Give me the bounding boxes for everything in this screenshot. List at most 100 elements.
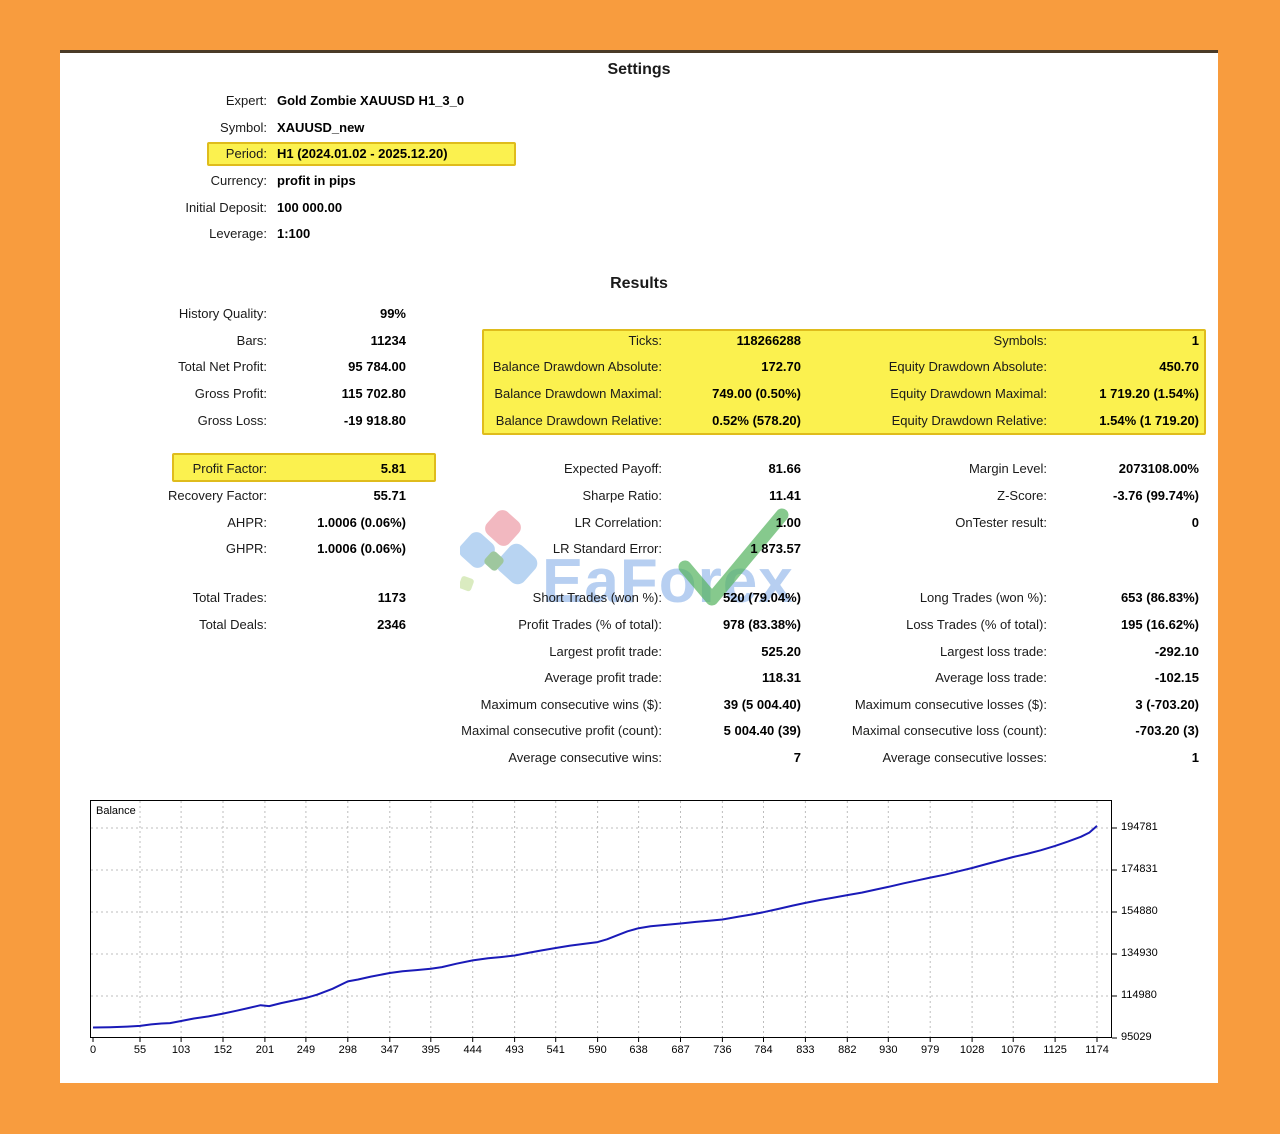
stat-label: Maximal consecutive loss (count): xyxy=(851,723,1047,738)
stat-value: 0 xyxy=(1191,515,1199,530)
stat-label: OnTester result: xyxy=(955,515,1047,530)
x-tick-label: 1076 xyxy=(1000,1044,1026,1056)
x-tick-label: 930 xyxy=(879,1044,898,1056)
stat-row-equity-dd-relative: Equity Drawdown Relative: 1.54% (1 719.20… xyxy=(60,407,1218,434)
x-tick-label: 493 xyxy=(505,1044,524,1056)
setting-label: Period: xyxy=(225,146,267,161)
stat-row-equity-dd-absolute: Equity Drawdown Absolute: 450.70 xyxy=(60,353,1218,380)
stat-value: 653 (86.83%) xyxy=(1120,590,1199,605)
setting-value: 100 000.00 xyxy=(277,200,343,215)
y-tick-label: 154880 xyxy=(1121,905,1158,917)
x-tick-label: 590 xyxy=(588,1044,607,1056)
stat-value: 3 (-703.20) xyxy=(1135,697,1199,712)
x-tick-label: 444 xyxy=(463,1044,482,1056)
stat-label: Margin Level: xyxy=(968,461,1047,476)
x-tick-label: 0 xyxy=(89,1044,97,1056)
stat-value: 1 873.57 xyxy=(750,541,801,556)
stat-row-ontester-result: OnTester result: 0 xyxy=(60,509,1218,536)
stat-label: Symbols: xyxy=(993,333,1047,348)
x-tick-label: 784 xyxy=(754,1044,773,1056)
setting-label: Leverage: xyxy=(209,226,267,241)
stat-label: Maximum consecutive losses ($): xyxy=(854,697,1047,712)
stat-label: Z-Score: xyxy=(997,488,1047,503)
report-panel: EaForex Settings Expert: Gold Zombie XAUU… xyxy=(60,50,1218,1083)
stat-row-history-quality: History Quality: 99% xyxy=(60,300,1218,327)
stat-value: -703.20 (3) xyxy=(1135,723,1199,738)
stat-label: Equity Drawdown Relative: xyxy=(891,413,1047,428)
setting-label: Expert: xyxy=(225,93,267,108)
x-tick-label: 103 xyxy=(171,1044,191,1056)
stat-row-max-consecutive-losses: Maximum consecutive losses ($): 3 (-703.2… xyxy=(60,691,1218,718)
setting-value: H1 (2024.01.02 - 2025.12.20) xyxy=(277,146,448,161)
setting-row-period: Period: H1 (2024.01.02 - 2025.12.20) xyxy=(60,140,1218,167)
stat-value: 1 xyxy=(1191,333,1199,348)
stat-value: -102.15 xyxy=(1154,670,1199,685)
stat-row-long-trades: Long Trades (won %): 653 (86.83%) xyxy=(60,584,1218,611)
setting-label: Initial Deposit: xyxy=(185,200,267,215)
stat-value: 1 719.20 (1.54%) xyxy=(1099,386,1199,401)
x-tick-label: 1125 xyxy=(1043,1044,1067,1056)
stat-row-largest-loss-trade: Largest loss trade: -292.10 xyxy=(60,638,1218,665)
results-title: Results xyxy=(610,275,668,292)
stat-label: Long Trades (won %): xyxy=(919,590,1047,605)
setting-row-expert: Expert: Gold Zombie XAUUSD H1_3_0 xyxy=(60,87,1218,114)
x-tick-label: 201 xyxy=(255,1044,275,1056)
setting-value: 1:100 xyxy=(277,226,311,241)
stat-value: -3.76 (99.74%) xyxy=(1113,488,1199,503)
stat-row-loss-trades: Loss Trades (% of total): 195 (16.62%) xyxy=(60,611,1218,638)
setting-row-currency: Currency: profit in pips xyxy=(60,167,1218,194)
y-tick-label: 95029 xyxy=(1121,1031,1152,1043)
x-tick-label: 1028 xyxy=(959,1044,985,1056)
setting-row-initial-deposit: Initial Deposit: 100 000.00 xyxy=(60,194,1218,221)
setting-row-symbol: Symbol: XAUUSD_new xyxy=(60,114,1218,141)
x-tick-label: 638 xyxy=(629,1044,648,1056)
y-tick-label: 194781 xyxy=(1121,821,1158,833)
x-tick-label: 833 xyxy=(796,1044,815,1056)
x-tick-label: 687 xyxy=(671,1044,690,1056)
balance-chart xyxy=(90,800,1117,1042)
stat-value: -292.10 xyxy=(1154,644,1199,659)
x-tick-label: 1174 xyxy=(1085,1044,1109,1056)
stat-row-maximal-consecutive-loss: Maximal consecutive loss (count): -703.20… xyxy=(60,717,1218,744)
stat-label: Loss Trades (% of total): xyxy=(906,617,1047,632)
stat-value: 450.70 xyxy=(1159,359,1199,374)
stat-value: 99% xyxy=(379,306,406,321)
x-tick-label: 249 xyxy=(296,1044,316,1056)
stat-row-average-consecutive-losses: Average consecutive losses: 1 xyxy=(60,744,1218,771)
stat-label: Equity Drawdown Maximal: xyxy=(890,386,1047,401)
x-tick-label: 152 xyxy=(213,1044,233,1056)
setting-label: Symbol: xyxy=(220,120,267,135)
stat-value: 1.54% (1 719.20) xyxy=(1099,413,1199,428)
x-tick-label: 395 xyxy=(421,1044,440,1056)
x-tick-label: 347 xyxy=(380,1044,399,1056)
stat-row-lr-standard-error: LR Standard Error: 1 873.57 xyxy=(60,535,1218,562)
setting-row-leverage: Leverage: 1:100 xyxy=(60,220,1218,247)
report-page: { "frame": { "bg_color": "#F89C3E", "hig… xyxy=(0,0,1280,1134)
x-tick-label: 298 xyxy=(338,1044,358,1056)
x-tick-label: 979 xyxy=(921,1044,940,1056)
x-tick-label: 736 xyxy=(713,1044,732,1056)
stat-label: Equity Drawdown Absolute: xyxy=(888,359,1047,374)
stat-row-symbols: Symbols: 1 xyxy=(60,327,1218,354)
stat-value: 1 xyxy=(1191,750,1199,765)
chart-series-label: Balance xyxy=(96,805,136,817)
settings-title: Settings xyxy=(607,61,671,78)
setting-value: Gold Zombie XAUUSD H1_3_0 xyxy=(277,93,465,108)
y-tick-label: 174831 xyxy=(1121,862,1158,875)
stat-row-z-score: Z-Score: -3.76 (99.74%) xyxy=(60,482,1218,509)
stat-row-average-loss-trade: Average loss trade: -102.15 xyxy=(60,664,1218,691)
stat-label: Average loss trade: xyxy=(935,670,1047,685)
x-tick-label: 882 xyxy=(838,1044,857,1056)
setting-value: XAUUSD_new xyxy=(277,120,365,135)
stat-label: History Quality: xyxy=(178,306,267,321)
stat-value: 195 (16.62%) xyxy=(1120,617,1199,632)
stat-label: Largest loss trade: xyxy=(940,644,1047,659)
setting-label: Currency: xyxy=(210,173,267,188)
x-tick-label: 55 xyxy=(133,1044,147,1056)
y-tick-label: 114980 xyxy=(1121,988,1157,1001)
setting-value: profit in pips xyxy=(277,173,356,188)
stat-label: Average consecutive losses: xyxy=(882,750,1047,765)
stat-value: 2073108.00% xyxy=(1118,461,1199,476)
y-tick-label: 134930 xyxy=(1121,946,1158,959)
stat-row-margin-level: Margin Level: 2073108.00% xyxy=(60,455,1218,482)
